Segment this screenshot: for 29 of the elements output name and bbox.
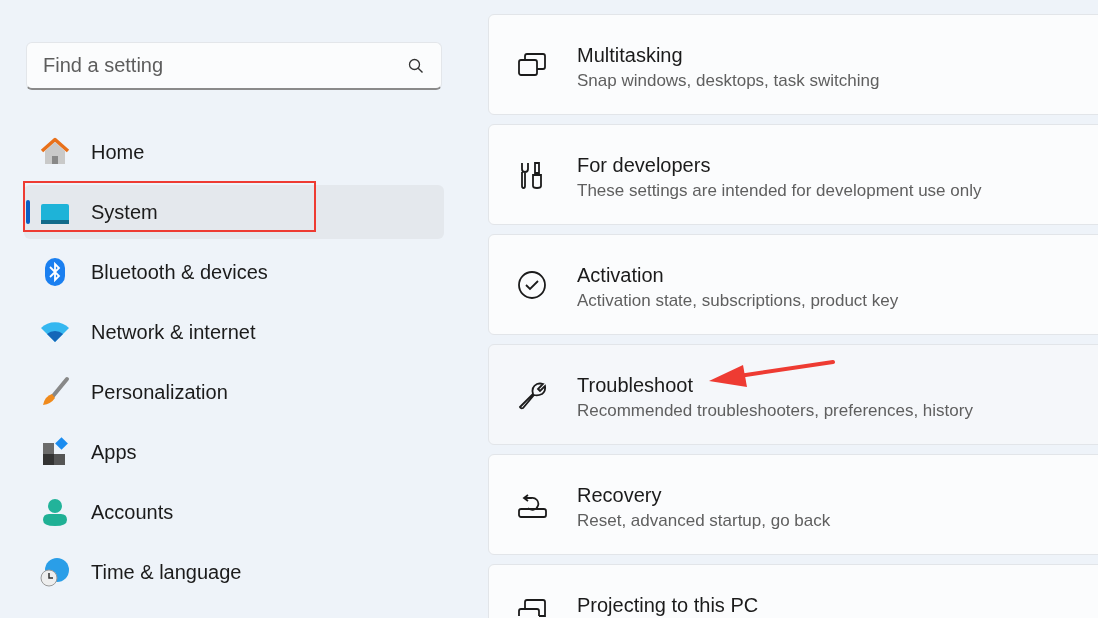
- check-circle-icon: [516, 269, 548, 301]
- card-title: Activation: [577, 263, 665, 287]
- card-description: These settings are intended for development use only: [577, 181, 982, 201]
- card-title: For developers: [577, 153, 712, 177]
- card-description: Snap windows, desktops, task switching: [577, 71, 880, 91]
- search-field[interactable]: Find a setting: [26, 42, 442, 90]
- card-description: Activation state, subscriptions, product key: [577, 291, 899, 311]
- settings-card[interactable]: For developers These settings are intended for development use only: [488, 124, 1098, 225]
- nav-item[interactable]: Home: [24, 125, 444, 179]
- settings-card[interactable]: Troubleshoot Recommended troubleshooters, preferences, history: [488, 344, 1098, 445]
- card-title: Projecting to this PC: [577, 593, 759, 617]
- selection-indicator: [26, 200, 30, 224]
- nav-item[interactable]: Bluetooth & devices: [24, 245, 444, 299]
- nav-item[interactable]: Network & internet: [24, 305, 444, 359]
- card-description: Reset, advanced startup, go back: [577, 511, 831, 531]
- card-title: Recovery: [577, 483, 663, 507]
- nav-item[interactable]: Time & language: [24, 545, 444, 599]
- card-title: Multitasking: [577, 43, 684, 67]
- search-icon: [408, 58, 424, 74]
- settings-card[interactable]: Projecting to this PC: [488, 564, 1098, 618]
- nav-item[interactable]: Apps: [24, 425, 444, 479]
- globe-clock-icon: [39, 556, 71, 588]
- settings-card[interactable]: Recovery Reset, advanced startup, go back: [488, 454, 1098, 555]
- settings-card[interactable]: Multitasking Snap windows, desktops, task switching: [488, 14, 1098, 115]
- card-title: Troubleshoot: [577, 373, 694, 397]
- card-description: Recommended troubleshooters, preferences, history: [577, 401, 973, 421]
- nav-item[interactable]: Accounts: [24, 485, 444, 539]
- nav-item[interactable]: Personalization: [24, 365, 444, 419]
- settings-card[interactable]: Activation Activation state, subscriptions, product key: [488, 234, 1098, 335]
